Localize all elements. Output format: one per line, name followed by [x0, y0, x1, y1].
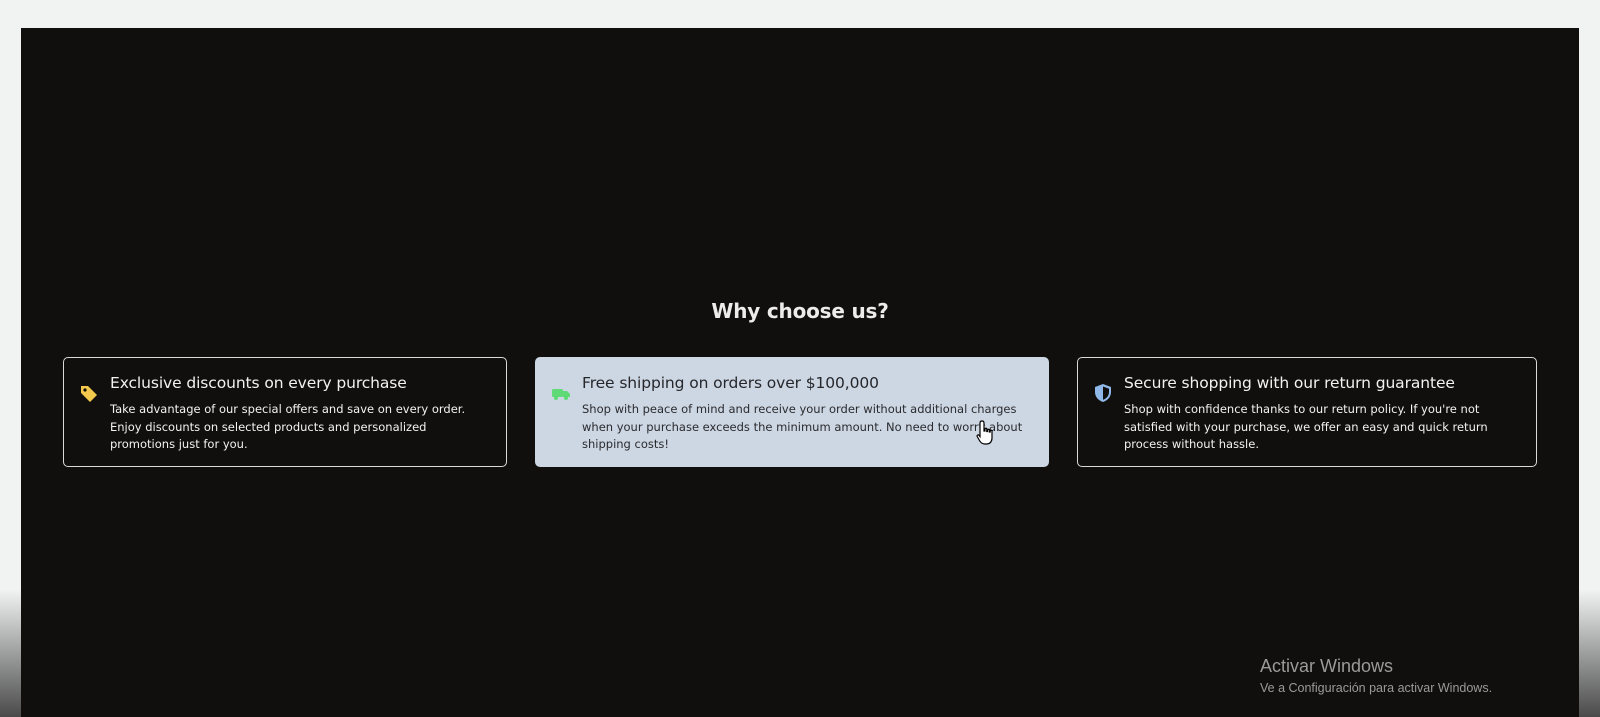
card-title: Exclusive discounts on every purchase: [110, 374, 407, 392]
card-title: Free shipping on orders over $100,000: [582, 374, 879, 392]
windows-activation-watermark: Activar Windows Ve a Configuración para …: [1260, 656, 1492, 695]
hand-pointer-icon: [975, 419, 997, 447]
section-title: Why choose us?: [711, 299, 889, 323]
feature-card-shipping[interactable]: Free shipping on orders over $100,000 Sh…: [535, 357, 1049, 467]
frame-left-edge: [0, 590, 21, 717]
card-description: Shop with peace of mind and receive your…: [582, 402, 1023, 451]
frame-right-shadow: [1579, 590, 1600, 717]
tag-icon: [78, 382, 100, 404]
truck-icon: [550, 382, 572, 404]
card-description: Shop with confidence thanks to our retur…: [1124, 402, 1488, 451]
feature-card-discounts[interactable]: Exclusive discounts on every purchase Ta…: [63, 357, 507, 467]
watermark-subtitle: Ve a Configuración para activar Windows.: [1260, 681, 1493, 695]
page-viewport: Why choose us? Exclusive discounts on ev…: [21, 28, 1579, 717]
card-description: Take advantage of our special offers and…: [110, 402, 466, 451]
feature-card-returns[interactable]: Secure shopping with our return guarante…: [1077, 357, 1537, 467]
watermark-title: Activar Windows: [1260, 656, 1394, 676]
shield-icon: [1092, 382, 1114, 404]
card-title: Secure shopping with our return guarante…: [1124, 374, 1455, 392]
